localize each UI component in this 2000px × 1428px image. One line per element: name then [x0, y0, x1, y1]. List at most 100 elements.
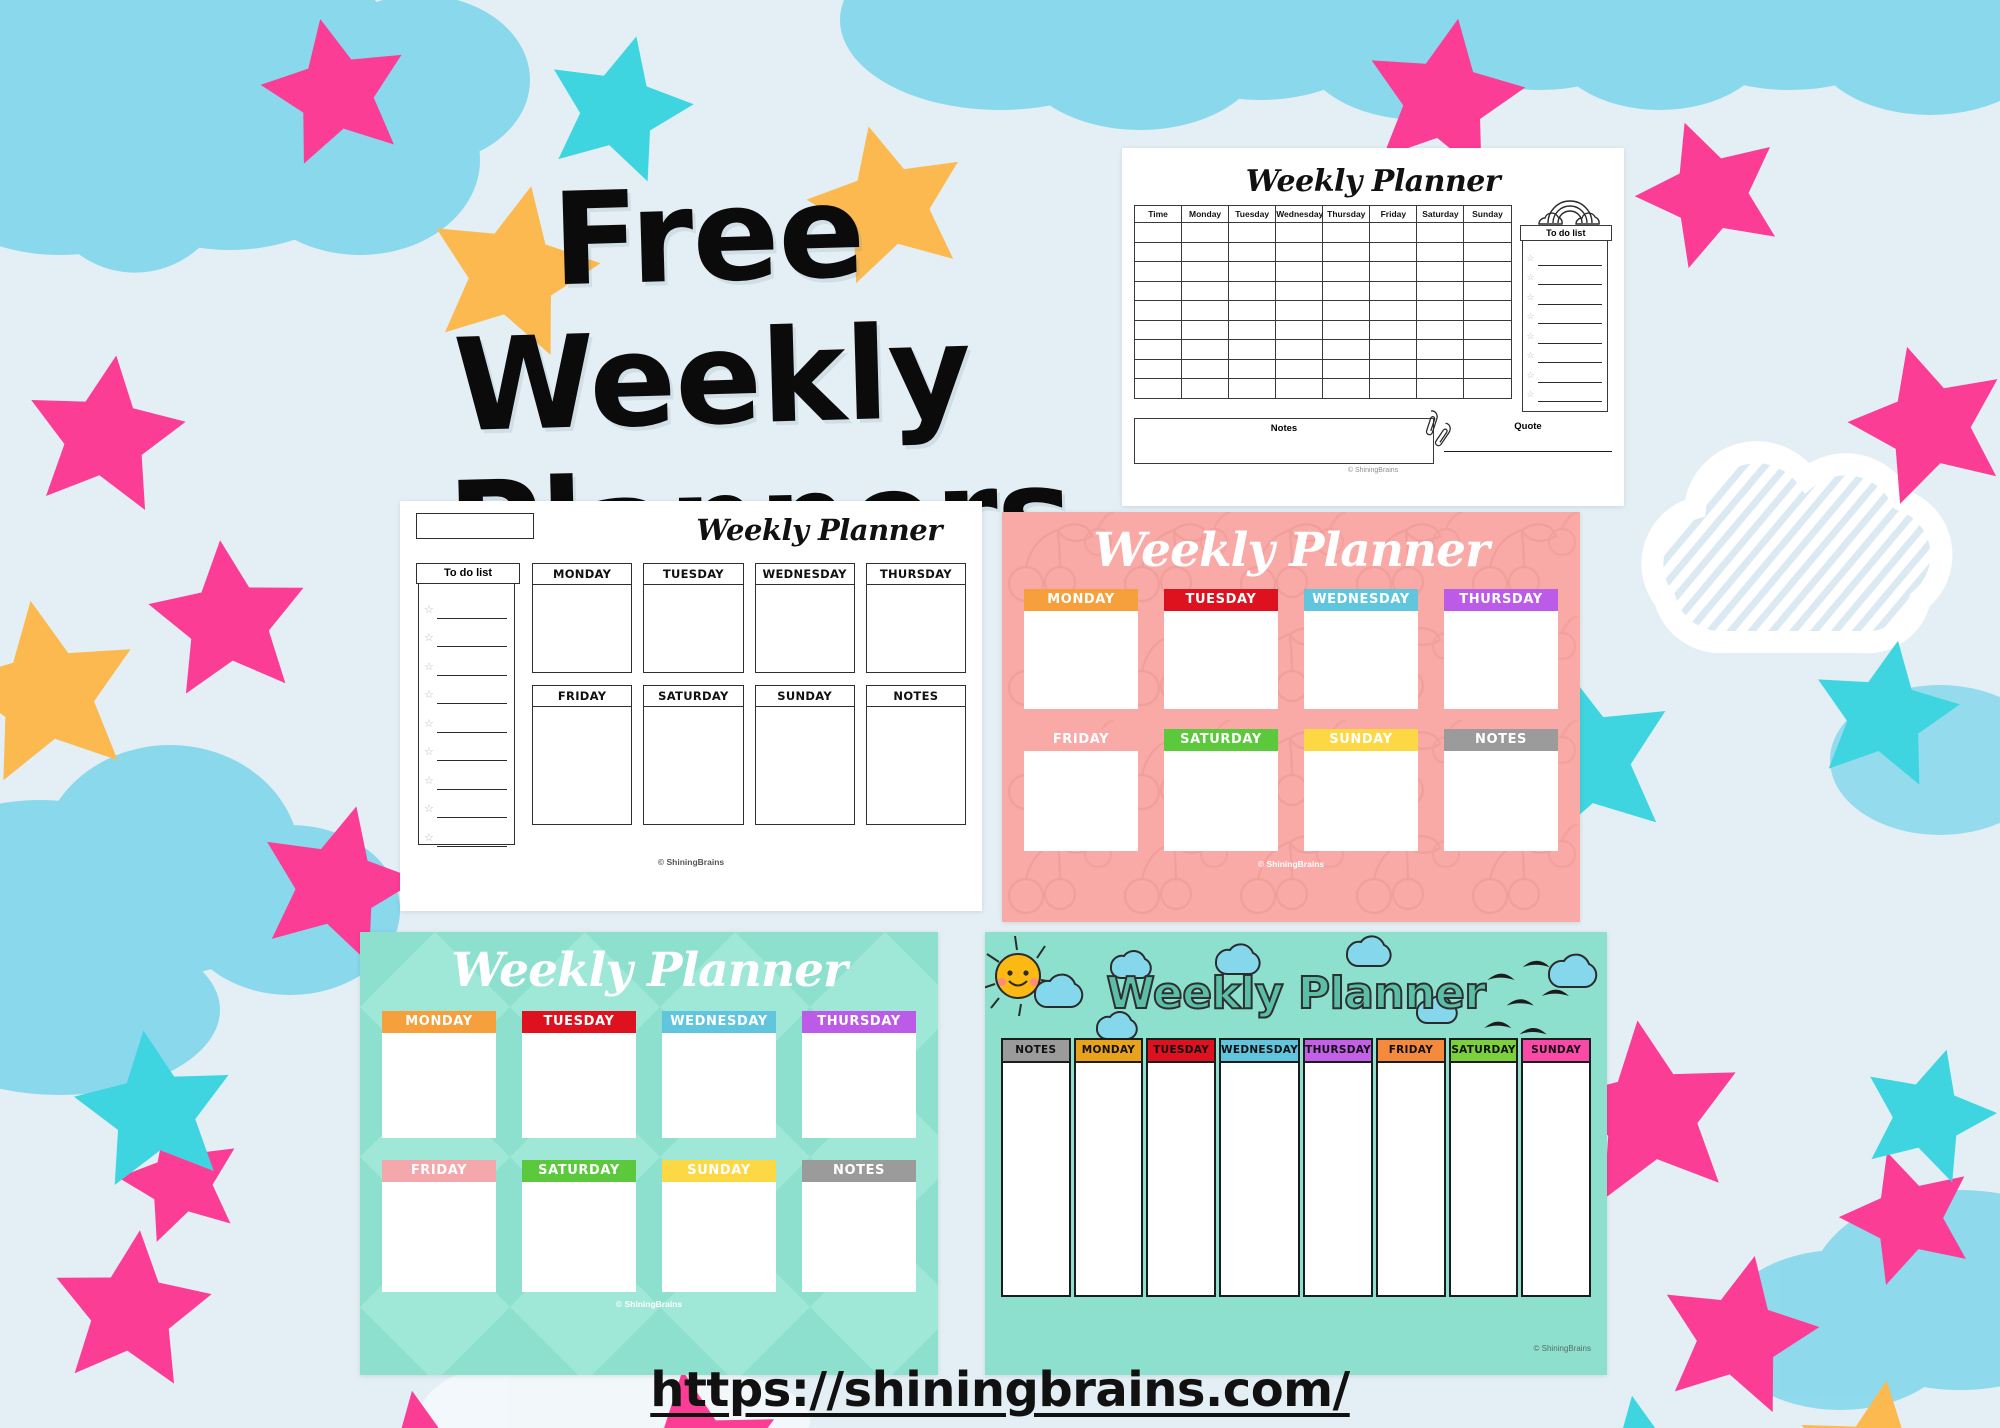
table-cell[interactable] [1369, 241, 1418, 262]
table-cell[interactable] [1275, 222, 1324, 243]
table-cell[interactable] [1369, 280, 1418, 301]
table-cell[interactable] [1133, 378, 1183, 399]
day-card-writing-area[interactable] [865, 585, 966, 673]
table-cell[interactable] [1369, 358, 1418, 379]
day-card-saturday[interactable]: SATURDAY [643, 685, 744, 825]
todo-list-panel[interactable]: To do list ☆ ☆ ☆ ☆ ☆ ☆ ☆ ☆ ☆ [416, 563, 520, 847]
planner-card-blackwhite[interactable]: Weekly Planner To do list ☆ ☆ ☆ ☆ ☆ ☆ ☆ ☆ ☆ MOND… [400, 501, 982, 911]
table-cell[interactable] [1463, 339, 1512, 360]
table-cell[interactable] [1133, 222, 1183, 243]
day-column-writing-area[interactable] [1303, 1063, 1374, 1297]
table-cell[interactable] [1181, 300, 1230, 321]
table-cell[interactable] [1463, 261, 1512, 282]
table-cell[interactable] [1181, 222, 1230, 243]
todo-write-line[interactable] [436, 845, 507, 847]
todo-write-line[interactable] [436, 817, 507, 818]
day-card-sunday[interactable]: SUNDAY [1304, 729, 1418, 852]
quote-write-line[interactable] [1444, 451, 1612, 452]
todo-list-item[interactable]: ☆ [1527, 324, 1602, 344]
table-cell[interactable] [1133, 358, 1183, 379]
table-cell[interactable] [1322, 261, 1371, 282]
table-cell[interactable] [1228, 222, 1277, 243]
table-cell[interactable] [1133, 319, 1183, 340]
day-column-tuesday[interactable]: TUESDAY [1146, 1038, 1216, 1297]
day-card-friday[interactable]: FRIDAY [532, 685, 633, 825]
day-card-writing-area[interactable] [754, 585, 855, 673]
table-cell[interactable] [1369, 319, 1418, 340]
day-column-sunday[interactable]: SUNDAY [1521, 1038, 1592, 1297]
day-card-writing-area[interactable] [522, 1033, 636, 1139]
todo-list-item[interactable]: ☆ [1527, 305, 1602, 324]
todo-write-line[interactable] [1537, 284, 1602, 285]
todo-list-item[interactable]: ☆ [424, 704, 507, 733]
day-card-writing-area[interactable] [643, 585, 744, 673]
day-column-writing-area[interactable] [1448, 1063, 1519, 1297]
todo-list-item[interactable]: ☆ [1527, 363, 1602, 383]
table-cell[interactable] [1369, 222, 1418, 243]
table-cell[interactable] [1228, 378, 1277, 399]
table-cell[interactable] [1322, 241, 1371, 262]
table-cell[interactable] [1416, 300, 1465, 321]
table-cell[interactable] [1416, 319, 1465, 340]
table-cell[interactable] [1181, 241, 1230, 262]
day-column-writing-area[interactable] [1376, 1063, 1446, 1297]
table-cell[interactable] [1133, 241, 1183, 262]
day-card-saturday[interactable]: SATURDAY [1164, 729, 1278, 852]
day-card-tuesday[interactable]: TUESDAY [522, 1011, 636, 1139]
planner-card-cherry[interactable]: Weekly Planner MONDAY TUESDAY WEDNESDAY THU… [1002, 512, 1580, 922]
todo-write-line[interactable] [436, 788, 507, 790]
day-card-thursday[interactable]: THURSDAY [865, 563, 966, 673]
day-column-writing-area[interactable] [1521, 1063, 1592, 1297]
planner-card-time-grid[interactable]: Weekly Planner Time Monday Tuesday Wednesda… [1122, 148, 1624, 506]
day-card-writing-area[interactable] [532, 585, 633, 673]
table-cell[interactable] [1463, 280, 1512, 301]
todo-write-line[interactable] [1537, 362, 1602, 363]
table-cell[interactable] [1275, 300, 1324, 321]
day-card-wednesday[interactable]: WEDNESDAY [754, 563, 855, 673]
planner-grid-table[interactable]: Time Monday Tuesday Wednesday Thursday Friday… [1133, 205, 1512, 399]
table-cell[interactable] [1322, 339, 1371, 360]
table-row[interactable] [1133, 358, 1512, 379]
table-cell[interactable] [1275, 280, 1324, 301]
table-cell[interactable] [1416, 222, 1465, 243]
day-card-writing-area[interactable] [662, 1182, 776, 1293]
day-column-writing-area[interactable] [1001, 1063, 1071, 1297]
day-card-writing-area[interactable] [532, 707, 633, 825]
table-row[interactable] [1133, 222, 1512, 243]
table-cell[interactable] [1322, 280, 1371, 301]
todo-list-item[interactable]: ☆ [424, 818, 507, 847]
day-card-monday[interactable]: MONDAY [1024, 589, 1138, 710]
todo-write-line[interactable] [436, 703, 507, 704]
table-cell[interactable] [1133, 300, 1183, 321]
day-card-writing-area[interactable] [382, 1033, 496, 1139]
day-card-writing-area[interactable] [1024, 751, 1138, 852]
table-cell[interactable] [1416, 241, 1465, 262]
table-row[interactable] [1133, 261, 1512, 282]
table-cell[interactable] [1275, 319, 1324, 340]
table-cell[interactable] [1463, 222, 1512, 243]
table-cell[interactable] [1275, 378, 1324, 399]
todo-list-item[interactable]: ☆ [424, 790, 507, 818]
day-card-friday[interactable]: FRIDAY [1024, 729, 1138, 852]
day-card-friday[interactable]: FRIDAY [382, 1160, 496, 1293]
site-url-link[interactable]: https://shiningbrains.com/ [0, 1362, 2000, 1418]
planner-card-mint-argyle[interactable]: Weekly Planner MONDAY TUESDAY WEDNESDAY THU… [360, 932, 938, 1375]
todo-list-item[interactable]: ☆ [424, 676, 507, 704]
todo-list-item[interactable]: ☆ [1527, 383, 1602, 402]
day-card-writing-area[interactable] [802, 1182, 916, 1293]
day-card-tuesday[interactable]: TUESDAY [643, 563, 744, 673]
quote-box[interactable]: Quote [1444, 418, 1612, 464]
table-cell[interactable] [1322, 358, 1371, 379]
table-cell[interactable] [1463, 378, 1512, 399]
todo-list-item[interactable]: ☆ [424, 647, 507, 676]
table-cell[interactable] [1181, 319, 1230, 340]
day-card-monday[interactable]: MONDAY [382, 1011, 496, 1139]
day-column-writing-area[interactable] [1218, 1063, 1301, 1297]
table-row[interactable] [1133, 319, 1512, 340]
todo-list-item[interactable]: ☆ [424, 590, 507, 619]
table-cell[interactable] [1133, 261, 1183, 282]
todo-list-lines[interactable]: ☆ ☆ ☆ ☆ ☆ ☆ ☆ ☆ ☆ [418, 583, 515, 847]
table-cell[interactable] [1181, 339, 1230, 360]
table-cell[interactable] [1322, 222, 1371, 243]
table-cell[interactable] [1228, 358, 1277, 379]
